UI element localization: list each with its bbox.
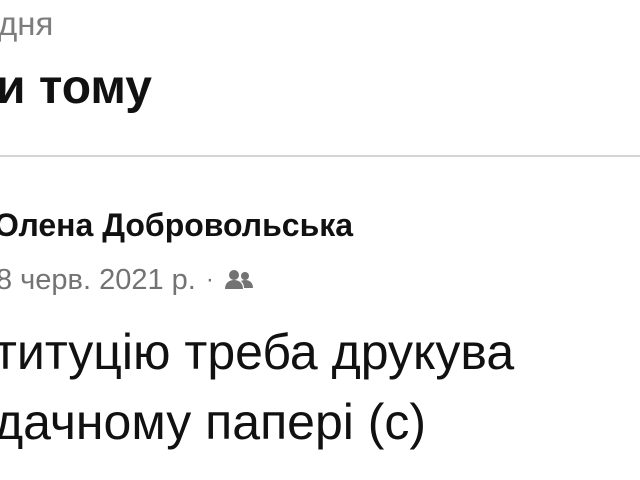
post-text: титуцію треба друкува дачному папері (с) bbox=[0, 317, 514, 457]
post-meta: 8 черв. 2021 р. · bbox=[0, 260, 256, 300]
facebook-memory-screen: дня и тому Олена Добровольська 8 черв. 2… bbox=[0, 0, 640, 480]
author-name[interactable]: Олена Добровольська bbox=[0, 205, 353, 245]
post-text-line: титуцію треба друкува bbox=[0, 324, 515, 380]
meta-separator: · bbox=[205, 266, 214, 293]
post-date[interactable]: 8 черв. 2021 р. bbox=[0, 260, 196, 300]
memory-date: дня bbox=[0, 5, 54, 42]
post-text-line: дачному папері (с) bbox=[0, 394, 427, 450]
friends-icon[interactable] bbox=[224, 268, 256, 292]
post-card: Олена Добровольська 8 черв. 2021 р. · ти… bbox=[0, 157, 640, 480]
memory-title: и тому bbox=[0, 61, 152, 114]
memory-header: дня и тому bbox=[0, 0, 640, 156]
